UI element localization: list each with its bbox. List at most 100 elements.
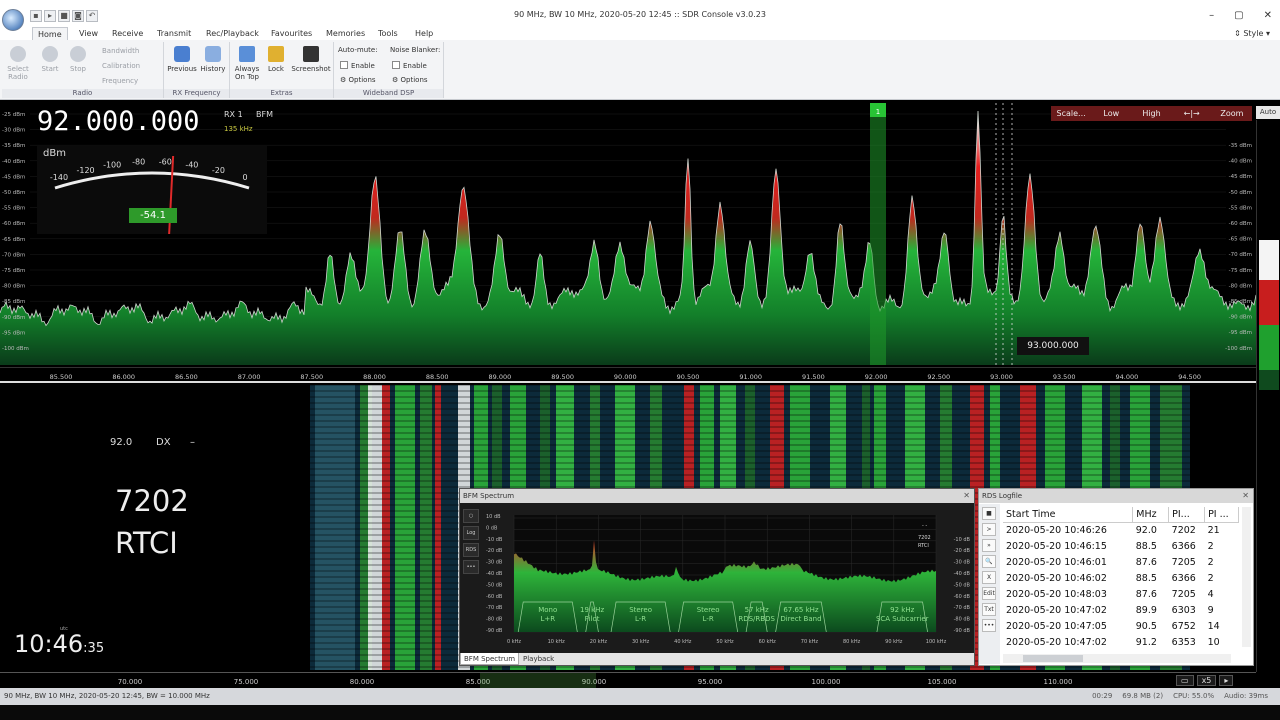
- rds-logfile-toolbar: ■ > » 🔍 X Edit Txt •••: [979, 504, 1000, 664]
- column-pi-count[interactable]: PI ...: [1204, 507, 1239, 523]
- scale-button[interactable]: Scale...: [1051, 106, 1091, 121]
- level-band-red: [1259, 280, 1279, 325]
- bfm-close-icon[interactable]: ✕: [963, 489, 970, 503]
- tab-transmit[interactable]: Transmit: [152, 27, 196, 40]
- history-button[interactable]: History: [198, 46, 228, 73]
- bfm-log-button[interactable]: Log: [463, 526, 479, 540]
- table-row[interactable]: 2020-05-20 10:47:05 90.5 6752 14: [1003, 618, 1239, 634]
- band-tick: 75.000: [234, 678, 259, 686]
- log-vertical-scrollbar[interactable]: [1242, 507, 1251, 647]
- log-clear-button[interactable]: X: [982, 571, 996, 584]
- calibration-button[interactable]: Calibration: [102, 62, 140, 70]
- log-horizontal-scrollbar[interactable]: [1003, 654, 1231, 663]
- low-button[interactable]: Low: [1091, 106, 1131, 121]
- table-row[interactable]: 2020-05-20 10:46:02 88.5 6366 2: [1003, 570, 1239, 586]
- db-label: -55 dBm: [2, 206, 25, 212]
- column-pi[interactable]: PI...: [1168, 507, 1206, 523]
- noise-blanker-checkbox[interactable]: [392, 61, 400, 69]
- fit-button[interactable]: ←|→: [1172, 106, 1212, 121]
- band-scale[interactable]: 70.000 75.000 80.000 85.000 90.000 95.000 100.…: [0, 672, 1256, 688]
- rds-logfile-close-icon[interactable]: ✕: [1242, 489, 1249, 503]
- rds-logfile-title[interactable]: RDS Logfile: [979, 489, 1253, 503]
- bfm-db-label: -80 dB: [954, 617, 971, 623]
- db-label: -65 dBm: [1229, 237, 1252, 243]
- log-stop-button[interactable]: ■: [982, 507, 996, 520]
- tab-view[interactable]: View: [74, 27, 103, 40]
- maximize-button[interactable]: ▢: [1234, 10, 1243, 21]
- bfm-panel-title[interactable]: BFM Spectrum: [460, 489, 974, 503]
- noise-blanker-options[interactable]: ⚙ Options: [392, 76, 428, 84]
- db-label: -85 dBm: [2, 299, 25, 305]
- app-menu-icon[interactable]: [2, 9, 24, 31]
- tab-bfm-spectrum[interactable]: BFM Spectrum: [460, 653, 520, 665]
- tab-home[interactable]: Home: [32, 27, 68, 40]
- spectrum-plot[interactable]: -25 dBm -30 dBm -35 dBm -40 dBm -45 dBm -50 d…: [0, 103, 1257, 367]
- frequency-tick: 90.500: [677, 373, 700, 381]
- lock-button[interactable]: Lock: [264, 46, 288, 73]
- band-tools-icon[interactable]: ▭: [1176, 674, 1194, 686]
- log-scroll-thumb[interactable]: [1023, 655, 1083, 662]
- bfm-khz-label: 80 kHz: [843, 639, 861, 645]
- table-row[interactable]: 2020-05-20 10:47:02 89.9 6303 9: [1003, 602, 1239, 618]
- bfm-more-button[interactable]: •••: [463, 560, 479, 574]
- db-label: -95 dBm: [1229, 330, 1252, 336]
- noise-blanker-enable[interactable]: Enable: [392, 61, 427, 70]
- high-button[interactable]: High: [1131, 106, 1171, 121]
- tab-memories[interactable]: Memories: [321, 27, 370, 40]
- band-zoom-select[interactable]: x5: [1196, 674, 1217, 686]
- tab-rec-playback[interactable]: Rec/Playback: [201, 27, 264, 40]
- bfm-rds-button[interactable]: RDS: [463, 543, 479, 557]
- screenshot-button[interactable]: Screenshot: [288, 46, 334, 73]
- start-button[interactable]: Start: [38, 46, 62, 73]
- bfm-circle-button[interactable]: ○: [463, 509, 479, 523]
- column-mhz[interactable]: MHz: [1132, 507, 1170, 523]
- auto-mute-checkbox[interactable]: [340, 61, 348, 69]
- vfo-passband[interactable]: [870, 103, 886, 365]
- zoom-button[interactable]: Zoom: [1212, 106, 1252, 121]
- bfm-spectrum-plot[interactable]: 10 dB 0 dB -10 dB -20 dB -30 dB -40 dB -50 dB -…: [484, 507, 972, 653]
- log-more-button[interactable]: •••: [982, 619, 996, 632]
- log-edit-button[interactable]: Edit: [982, 587, 996, 600]
- tab-tools[interactable]: Tools: [373, 27, 403, 40]
- table-row[interactable]: 2020-05-20 10:46:15 88.5 6366 2: [1003, 538, 1239, 554]
- band-visible-range[interactable]: [480, 673, 596, 688]
- tab-help[interactable]: Help: [410, 27, 438, 40]
- style-menu[interactable]: ⇕ Style ▾: [1234, 27, 1270, 40]
- auto-button[interactable]: Auto: [1256, 106, 1280, 119]
- stop-button[interactable]: Stop: [66, 46, 90, 73]
- table-row[interactable]: 2020-05-20 10:46:01 87.6 7205 2: [1003, 554, 1239, 570]
- auto-mute-options[interactable]: ⚙ Options: [340, 76, 376, 84]
- mode-label[interactable]: BFM: [256, 110, 273, 119]
- frequency-display[interactable]: 92.000.000: [37, 106, 200, 137]
- log-txt-button[interactable]: Txt: [982, 603, 996, 616]
- bandwidth-button[interactable]: Bandwidth: [102, 47, 139, 55]
- band-next-icon[interactable]: ▸: [1219, 674, 1234, 686]
- always-on-top-button[interactable]: Always On Top: [232, 46, 262, 81]
- tab-playback[interactable]: Playback: [520, 653, 557, 665]
- log-pi: 6353: [1171, 636, 1196, 648]
- frequency-button[interactable]: Frequency: [102, 77, 138, 85]
- log-next-button[interactable]: >: [982, 523, 996, 536]
- table-row[interactable]: 2020-05-20 10:46:26 92.0 7202 21: [1003, 522, 1239, 538]
- bfm-db-label: -40 dB: [954, 571, 971, 577]
- db-label: -80 dBm: [2, 284, 25, 290]
- spectrum-display[interactable]: -25 dBm -30 dBm -35 dBm -40 dBm -45 dBm -50 d…: [0, 103, 1257, 367]
- log-start-time: 2020-05-20 10:47:02: [1006, 604, 1107, 616]
- previous-button[interactable]: Previous: [166, 46, 198, 73]
- auto-mute-enable[interactable]: Enable: [340, 61, 375, 70]
- log-search-button[interactable]: 🔍: [982, 555, 996, 568]
- tab-receive[interactable]: Receive: [107, 27, 148, 40]
- bfm-band-label: Mono: [538, 606, 557, 614]
- bfm-band-label: 19 kHz: [580, 606, 604, 614]
- column-start-time[interactable]: Start Time: [1003, 507, 1134, 523]
- table-row[interactable]: 2020-05-20 10:47:02 91.2 6353 10: [1003, 634, 1239, 650]
- log-start-time: 2020-05-20 10:46:01: [1006, 556, 1107, 568]
- bfm-mini-rds: RTCI: [918, 543, 929, 549]
- level-scrollbar[interactable]: [1256, 120, 1280, 672]
- tab-favourites[interactable]: Favourites: [266, 27, 317, 40]
- minimize-button[interactable]: –: [1209, 10, 1214, 21]
- close-button[interactable]: ✕: [1264, 10, 1272, 21]
- log-forward-button[interactable]: »: [982, 539, 996, 552]
- select-radio-button[interactable]: Select Radio: [6, 46, 30, 81]
- table-row[interactable]: 2020-05-20 10:48:03 87.6 7205 4: [1003, 586, 1239, 602]
